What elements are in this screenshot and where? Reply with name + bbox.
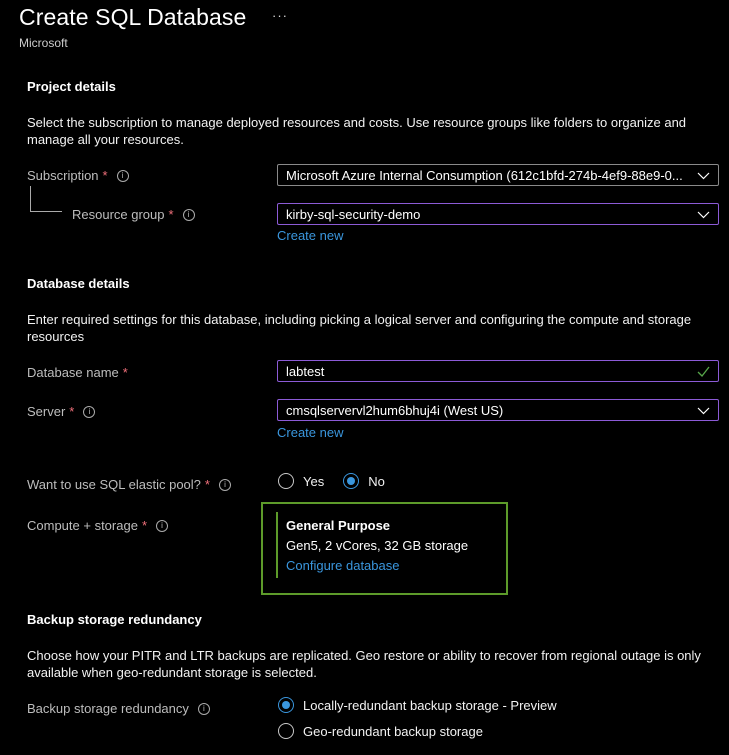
- resource-group-value: kirby-sql-security-demo: [286, 206, 421, 222]
- elastic-pool-yes-option[interactable]: Yes: [278, 473, 324, 489]
- compute-accent-bar: [276, 512, 278, 578]
- create-new-server-link[interactable]: Create new: [277, 425, 343, 440]
- radio-label: Geo-redundant backup storage: [303, 723, 483, 739]
- required-marker: *: [141, 518, 147, 533]
- required-marker: *: [122, 365, 128, 380]
- chevron-down-icon: [697, 407, 710, 414]
- backup-redundancy-label: Backup storage redundancy i: [27, 701, 210, 716]
- project-details-description: Select the subscription to manage deploy…: [27, 115, 687, 147]
- radio-label: Locally-redundant backup storage - Previ…: [303, 697, 557, 713]
- tree-connector: [30, 211, 62, 212]
- database-name-value: labtest: [286, 363, 325, 379]
- subscription-label: Subscription * i: [27, 168, 129, 183]
- elastic-pool-label: Want to use SQL elastic pool? * i: [27, 477, 231, 492]
- backup-heading: Backup storage redundancy: [27, 612, 202, 627]
- info-icon[interactable]: i: [116, 169, 129, 182]
- resource-group-label-text: Resource group: [72, 207, 165, 222]
- backup-redundancy-label-text: Backup storage redundancy: [27, 701, 189, 716]
- compute-tier: General Purpose: [286, 518, 391, 533]
- server-label: Server * i: [27, 404, 96, 419]
- database-name-label: Database name *: [27, 365, 128, 380]
- required-marker: *: [102, 168, 108, 183]
- info-icon[interactable]: i: [182, 208, 195, 221]
- radio-button[interactable]: [278, 697, 294, 713]
- chevron-down-icon: [697, 211, 710, 218]
- more-options-button[interactable]: ···: [272, 8, 288, 23]
- database-details-description: Enter required settings for this databas…: [27, 312, 692, 344]
- compute-storage-label: Compute + storage * i: [27, 518, 168, 533]
- resource-group-label: Resource group * i: [72, 207, 195, 222]
- info-icon[interactable]: i: [218, 478, 231, 491]
- subscription-value: Microsoft Azure Internal Consumption (61…: [286, 167, 683, 183]
- backup-radio-group: Locally-redundant backup storage - Previ…: [278, 697, 557, 739]
- server-dropdown[interactable]: cmsqlservervl2hum6bhuj4i (West US): [277, 399, 719, 421]
- compute-storage-label-text: Compute + storage: [27, 518, 138, 533]
- elastic-pool-no-option[interactable]: No: [343, 473, 385, 489]
- info-icon[interactable]: i: [197, 702, 210, 715]
- radio-button[interactable]: [343, 473, 360, 489]
- server-label-text: Server: [27, 404, 66, 419]
- radio-button[interactable]: [278, 723, 294, 739]
- backup-geo-option[interactable]: Geo-redundant backup storage: [278, 723, 557, 739]
- backup-local-option[interactable]: Locally-redundant backup storage - Previ…: [278, 697, 557, 713]
- database-details-heading: Database details: [27, 276, 130, 291]
- info-icon[interactable]: i: [156, 519, 168, 532]
- chevron-down-icon: [697, 172, 710, 179]
- radio-label: Yes: [303, 473, 325, 489]
- tree-connector: [30, 186, 31, 211]
- page-title: Create SQL Database: [19, 4, 247, 30]
- radio-button[interactable]: [278, 473, 294, 489]
- backup-description: Choose how your PITR and LTR backups are…: [27, 648, 701, 680]
- elastic-pool-radio-group: Yes No: [278, 473, 385, 489]
- radio-label: No: [368, 473, 385, 489]
- required-marker: *: [168, 207, 174, 222]
- database-name-input[interactable]: labtest: [277, 360, 719, 382]
- required-marker: *: [69, 404, 75, 419]
- publisher-label: Microsoft: [19, 36, 68, 50]
- create-new-resource-group-link[interactable]: Create new: [277, 228, 343, 243]
- required-marker: *: [204, 477, 210, 492]
- info-icon[interactable]: i: [83, 405, 96, 418]
- compute-spec: Gen5, 2 vCores, 32 GB storage: [286, 538, 469, 553]
- configure-database-link[interactable]: Configure database: [286, 558, 399, 573]
- checkmark-icon: [697, 366, 710, 377]
- database-name-label-text: Database name: [27, 365, 119, 380]
- project-details-heading: Project details: [27, 79, 116, 94]
- subscription-dropdown[interactable]: Microsoft Azure Internal Consumption (61…: [277, 164, 719, 186]
- subscription-label-text: Subscription: [27, 168, 99, 183]
- server-value: cmsqlservervl2hum6bhuj4i (West US): [286, 402, 504, 418]
- resource-group-dropdown[interactable]: kirby-sql-security-demo: [277, 203, 719, 225]
- elastic-pool-label-text: Want to use SQL elastic pool?: [27, 477, 201, 492]
